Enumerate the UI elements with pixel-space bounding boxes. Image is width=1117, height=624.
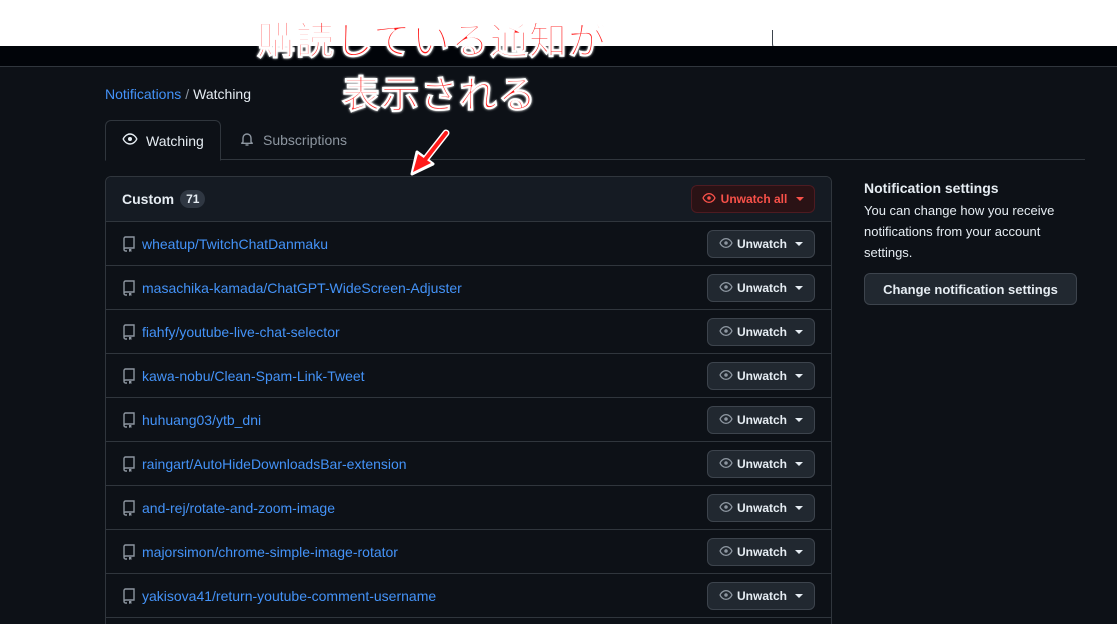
bell-icon: [239, 131, 255, 150]
repo-link[interactable]: raingart/AutoHideDownloadsBar-extension: [142, 456, 407, 472]
repo-icon: [122, 499, 136, 516]
eye-icon: [719, 324, 733, 341]
table-row: raingart/AutoHideDownloadsBar-extension U…: [106, 442, 831, 486]
eye-icon: [719, 236, 733, 253]
table-row: yakisova41/return-youtube-comment-userna…: [106, 574, 831, 618]
unwatch-label: Unwatch: [736, 545, 787, 559]
chevron-down-icon: [795, 418, 803, 422]
eye-icon: [719, 500, 733, 517]
unwatch-label: Unwatch: [736, 501, 787, 515]
eye-icon: [701, 191, 716, 208]
unwatch-label: Unwatch: [736, 589, 787, 603]
unwatch-button[interactable]: Unwatch: [707, 318, 815, 346]
chevron-down-icon: [795, 330, 803, 334]
repo-icon: [122, 543, 136, 560]
change-notification-settings-button[interactable]: Change notification settings: [864, 273, 1077, 305]
repo-link[interactable]: majorsimon/chrome-simple-image-rotator: [142, 544, 398, 560]
chevron-down-icon: [796, 197, 805, 201]
unwatch-label: Unwatch: [736, 369, 787, 383]
breadcrumb-current: Watching: [193, 86, 251, 102]
repo-link[interactable]: wheatup/TwitchChatDanmaku: [142, 236, 328, 252]
repo-icon: [122, 235, 136, 252]
eye-icon: [719, 412, 733, 429]
tab-watching-label: Watching: [146, 132, 204, 149]
unwatch-button[interactable]: Unwatch: [707, 538, 815, 566]
table-row: and-rej/rotate-and-zoom-image Unwatch: [106, 486, 831, 530]
sidebar-description: You can change how you receive notificat…: [864, 203, 1055, 260]
unwatch-all-button[interactable]: Unwatch all: [691, 185, 815, 213]
eye-icon: [719, 368, 733, 385]
breadcrumb: Notifications / Watching: [105, 86, 251, 102]
unwatch-all-label: Unwatch all: [720, 192, 788, 206]
list-title: Custom: [122, 191, 175, 207]
annotation-line-2: 表示される: [341, 73, 538, 118]
tab-subscriptions[interactable]: Subscriptions: [223, 120, 363, 160]
chevron-down-icon: [795, 286, 803, 290]
chevron-down-icon: [795, 550, 803, 554]
repo-link[interactable]: fiahfy/youtube-live-chat-selector: [142, 324, 340, 340]
tab-subscriptions-label: Subscriptions: [263, 132, 348, 148]
unwatch-button[interactable]: Unwatch: [707, 450, 815, 478]
breadcrumb-separator: /: [185, 86, 190, 102]
unwatch-button[interactable]: Unwatch: [707, 494, 815, 522]
chevron-down-icon: [795, 462, 803, 466]
repo-link[interactable]: and-rej/rotate-and-zoom-image: [142, 500, 335, 516]
unwatch-button[interactable]: Unwatch: [707, 230, 815, 258]
eye-icon: [719, 280, 733, 297]
repo-link[interactable]: kawa-nobu/Clean-Spam-Link-Tweet: [142, 368, 365, 384]
repo-icon: [122, 587, 136, 604]
breadcrumb-notifications-link[interactable]: Notifications: [105, 86, 181, 102]
repo-icon: [122, 279, 136, 296]
repo-icon: [122, 323, 136, 340]
repo-rows: wheatup/TwitchChatDanmaku Unwatch masachik…: [106, 222, 831, 618]
eye-icon: [719, 456, 733, 473]
unwatch-button[interactable]: Unwatch: [707, 362, 815, 390]
unwatch-button[interactable]: Unwatch: [707, 406, 815, 434]
table-row: huhuang03/ytb_dni Unwatch: [106, 398, 831, 442]
unwatch-label: Unwatch: [736, 281, 787, 295]
chevron-down-icon: [795, 374, 803, 378]
table-row: majorsimon/chrome-simple-image-rotator Un…: [106, 530, 831, 574]
repo-link[interactable]: huhuang03/ytb_dni: [142, 412, 261, 428]
eye-icon: [719, 544, 733, 561]
list-header: Custom 71 Unwatch all: [106, 177, 831, 222]
unwatch-label: Unwatch: [736, 457, 787, 471]
tab-bar: Watching Subscriptions: [105, 120, 1085, 161]
eye-icon: [719, 588, 733, 605]
watched-repos-list: Custom 71 Unwatch all wheatup/TwitchChat…: [105, 176, 832, 624]
tab-watching[interactable]: Watching: [105, 120, 221, 161]
annotation-line-1: 購読している通知が: [257, 19, 607, 64]
repo-link[interactable]: masachika-kamada/ChatGPT-WideScreen-Adju…: [142, 280, 462, 296]
chevron-down-icon: [795, 594, 803, 598]
unwatch-label: Unwatch: [736, 237, 787, 251]
unwatch-label: Unwatch: [736, 413, 787, 427]
repo-icon: [122, 367, 136, 384]
repo-icon: [122, 411, 136, 428]
repo-count-badge: 71: [180, 190, 206, 208]
chevron-down-icon: [795, 506, 803, 510]
table-row: masachika-kamada/ChatGPT-WideScreen-Adju…: [106, 266, 831, 310]
unwatch-label: Unwatch: [736, 325, 787, 339]
sidebar-title: Notification settings: [864, 180, 999, 196]
unwatch-button[interactable]: Unwatch: [707, 274, 815, 302]
repo-icon: [122, 455, 136, 472]
table-row: kawa-nobu/Clean-Spam-Link-Tweet Unwatch: [106, 354, 831, 398]
unwatch-button[interactable]: Unwatch: [707, 582, 815, 610]
annotation-arrow-icon: [410, 129, 450, 176]
table-row: wheatup/TwitchChatDanmaku Unwatch: [106, 222, 831, 266]
chevron-down-icon: [795, 242, 803, 246]
notification-settings-panel: Notification settings You can change how…: [864, 180, 1084, 305]
repo-link[interactable]: yakisova41/return-youtube-comment-userna…: [142, 588, 436, 604]
eye-icon: [122, 131, 138, 150]
table-row: fiahfy/youtube-live-chat-selector Unwatch: [106, 310, 831, 354]
